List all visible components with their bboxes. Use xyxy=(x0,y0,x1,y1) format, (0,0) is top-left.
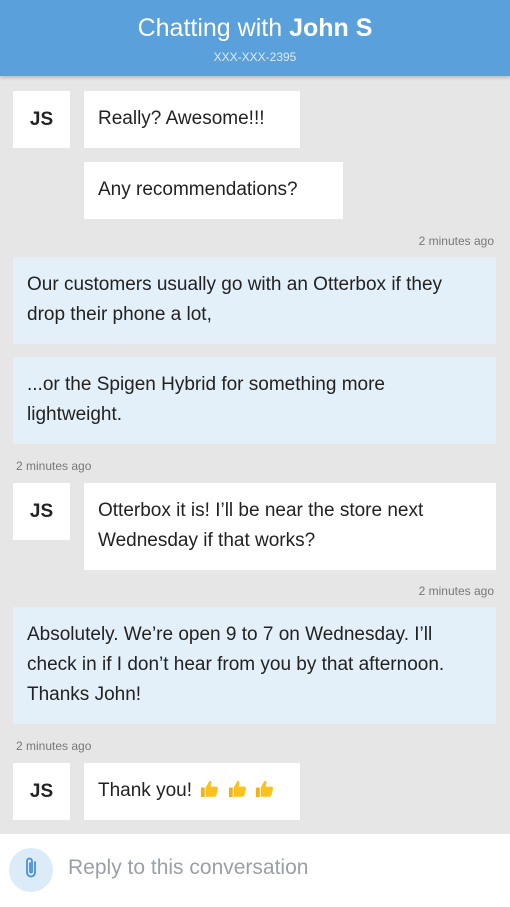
contact-phone: XXX-XXX-2395 xyxy=(213,50,297,64)
avatar: JS xyxy=(13,763,70,820)
paperclip-icon xyxy=(19,854,43,887)
chat-header: Chatting with John S XXX-XXX-2395 xyxy=(0,0,510,76)
reply-input[interactable] xyxy=(68,856,488,880)
contact-name: John S xyxy=(289,14,373,42)
message-thread[interactable]: JS Really? Awesome!!! Any recommendation… xyxy=(0,76,510,834)
message-text: Thank you! xyxy=(98,780,192,801)
avatar: JS xyxy=(13,483,70,540)
thumbs-up-icon xyxy=(200,778,219,798)
agent-message: ...or the Spigen Hybrid for something mo… xyxy=(13,357,496,444)
customer-message: Really? Awesome!!! xyxy=(84,91,300,148)
attach-button[interactable] xyxy=(9,848,53,892)
thumbs-up-icon xyxy=(228,778,247,798)
timestamp: 2 minutes ago xyxy=(418,584,494,598)
timestamp: 2 minutes ago xyxy=(16,739,92,753)
chat-title: Chatting with John S xyxy=(0,12,510,44)
avatar: JS xyxy=(13,91,70,148)
agent-message: Our customers usually go with an Otterbo… xyxy=(13,257,496,344)
timestamp: 2 minutes ago xyxy=(16,459,92,473)
thumbs-up-icon xyxy=(255,778,274,798)
reply-composer xyxy=(0,834,510,907)
agent-message: Absolutely. We’re open 9 to 7 on Wednesd… xyxy=(13,607,496,724)
customer-message: Thank you! xyxy=(84,763,300,820)
customer-message: Otterbox it is! I’ll be near the store n… xyxy=(84,483,496,570)
timestamp: 2 minutes ago xyxy=(418,234,494,248)
customer-message: Any recommendations? xyxy=(84,162,343,219)
chat-title-prefix: Chatting with xyxy=(137,14,290,42)
